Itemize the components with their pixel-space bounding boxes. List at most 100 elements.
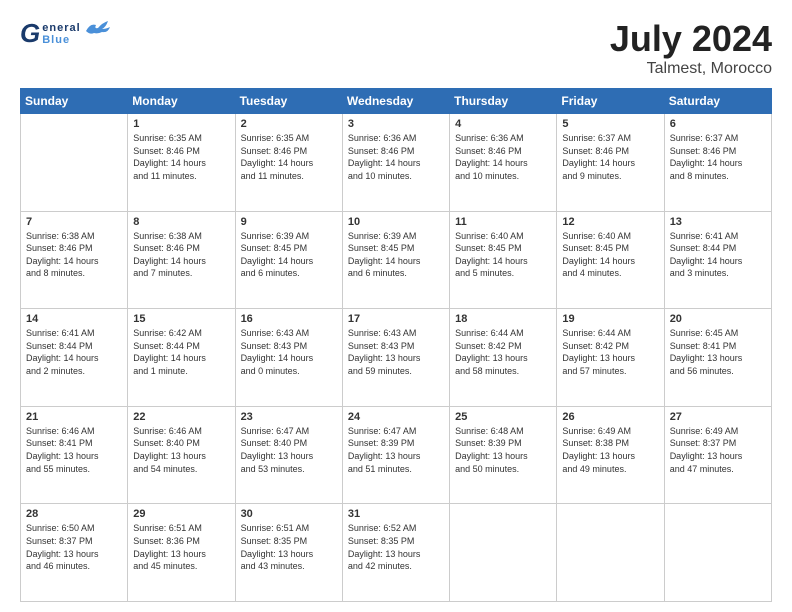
day-number: 5 (562, 118, 658, 130)
day-number: 11 (455, 216, 551, 228)
day-number: 30 (241, 508, 337, 520)
logo-area: G eneral Blue (20, 18, 112, 49)
calendar-week-5: 28 Sunrise: 6:50 AMSunset: 8:37 PMDayligh… (21, 504, 772, 602)
day-info: Sunrise: 6:42 AMSunset: 8:44 PMDaylight:… (133, 327, 229, 377)
calendar-cell: 19Sunrise: 6:44 AMSunset: 8:42 PMDayligh… (557, 309, 664, 407)
day-info: Sunrise: 6:43 AMSunset: 8:43 PMDaylight:… (348, 327, 444, 377)
calendar-cell: 5Sunrise: 6:37 AMSunset: 8:46 PMDaylight… (557, 114, 664, 212)
logo-g-letter: G (20, 18, 40, 49)
calendar-cell: 17 Sunrise: 6:43 AMSunset: 8:43 PMDayligh… (342, 309, 449, 407)
day-info: Sunrise: 6:46 AMSunset: 8:40 PMDaylight:… (133, 425, 229, 475)
header: G eneral Blue July 2024 Talmest, Morocco (20, 18, 772, 78)
day-info: Sunrise: 6:43 AMSunset: 8:43 PMDaylight:… (241, 327, 337, 377)
logo-wrapper: G eneral Blue (20, 18, 112, 49)
logo-line1: eneral (42, 22, 80, 34)
calendar-cell: 21 Sunrise: 6:46 AMSunset: 8:41 PMDayligh… (21, 406, 128, 504)
calendar-body: 1Sunrise: 6:35 AMSunset: 8:46 PMDaylight… (21, 114, 772, 602)
calendar-cell: 8 Sunrise: 6:38 AMSunset: 8:46 PMDaylight… (128, 211, 235, 309)
day-info: Sunrise: 6:38 AMSunset: 8:46 PMDaylight:… (133, 230, 229, 280)
calendar-header: SundayMondayTuesdayWednesdayThursdayFrid… (21, 89, 772, 114)
day-number: 24 (348, 411, 444, 423)
day-number: 2 (241, 118, 337, 130)
calendar-cell: 14 Sunrise: 6:41 AMSunset: 8:44 PMDayligh… (21, 309, 128, 407)
day-info: Sunrise: 6:45 AMSunset: 8:41 PMDaylight:… (670, 327, 766, 377)
day-number: 26 (562, 411, 658, 423)
day-number: 27 (670, 411, 766, 423)
day-info: Sunrise: 6:44 AMSunset: 8:42 PMDaylight:… (455, 327, 551, 377)
day-info: Sunrise: 6:41 AMSunset: 8:44 PMDaylight:… (26, 327, 122, 377)
calendar-cell: 3Sunrise: 6:36 AMSunset: 8:46 PMDaylight… (342, 114, 449, 212)
logo-lines: eneral Blue (42, 22, 80, 46)
day-header-sunday: Sunday (21, 89, 128, 114)
day-info: Sunrise: 6:46 AMSunset: 8:41 PMDaylight:… (26, 425, 122, 475)
day-info: Sunrise: 6:51 AMSunset: 8:35 PMDaylight:… (241, 522, 337, 572)
day-number: 22 (133, 411, 229, 423)
day-info: Sunrise: 6:40 AMSunset: 8:45 PMDaylight:… (455, 230, 551, 280)
day-number: 14 (26, 313, 122, 325)
calendar-cell: 6Sunrise: 6:37 AMSunset: 8:46 PMDaylight… (664, 114, 771, 212)
calendar-cell (450, 504, 557, 602)
calendar-cell: 27 Sunrise: 6:49 AMSunset: 8:37 PMDayligh… (664, 406, 771, 504)
calendar-cell: 10Sunrise: 6:39 AMSunset: 8:45 PMDayligh… (342, 211, 449, 309)
days-row: SundayMondayTuesdayWednesdayThursdayFrid… (21, 89, 772, 114)
day-info: Sunrise: 6:50 AMSunset: 8:37 PMDaylight:… (26, 522, 122, 572)
calendar-cell (21, 114, 128, 212)
day-number: 17 (348, 313, 444, 325)
title-area: July 2024 Talmest, Morocco (610, 18, 772, 78)
day-header-wednesday: Wednesday (342, 89, 449, 114)
day-info: Sunrise: 6:51 AMSunset: 8:36 PMDaylight:… (133, 522, 229, 572)
calendar-cell: 29Sunrise: 6:51 AMSunset: 8:36 PMDayligh… (128, 504, 235, 602)
day-info: Sunrise: 6:44 AMSunset: 8:42 PMDaylight:… (562, 327, 658, 377)
calendar-cell: 16Sunrise: 6:43 AMSunset: 8:43 PMDayligh… (235, 309, 342, 407)
day-header-monday: Monday (128, 89, 235, 114)
calendar-cell: 11 Sunrise: 6:40 AMSunset: 8:45 PMDayligh… (450, 211, 557, 309)
calendar-cell: 22 Sunrise: 6:46 AMSunset: 8:40 PMDayligh… (128, 406, 235, 504)
calendar-week-1: 1Sunrise: 6:35 AMSunset: 8:46 PMDaylight… (21, 114, 772, 212)
day-number: 9 (241, 216, 337, 228)
sub-title: Talmest, Morocco (610, 60, 772, 78)
day-info: Sunrise: 6:48 AMSunset: 8:39 PMDaylight:… (455, 425, 551, 475)
day-info: Sunrise: 6:49 AMSunset: 8:38 PMDaylight:… (562, 425, 658, 475)
calendar-cell: 31Sunrise: 6:52 AMSunset: 8:35 PMDayligh… (342, 504, 449, 602)
day-number: 13 (670, 216, 766, 228)
day-info: Sunrise: 6:37 AMSunset: 8:46 PMDaylight:… (670, 132, 766, 182)
calendar-cell: 18 Sunrise: 6:44 AMSunset: 8:42 PMDayligh… (450, 309, 557, 407)
day-info: Sunrise: 6:38 AMSunset: 8:46 PMDaylight:… (26, 230, 122, 280)
day-header-thursday: Thursday (450, 89, 557, 114)
calendar-cell (664, 504, 771, 602)
main-title: July 2024 (610, 18, 772, 60)
day-number: 4 (455, 118, 551, 130)
calendar-cell: 23Sunrise: 6:47 AMSunset: 8:40 PMDayligh… (235, 406, 342, 504)
calendar-week-3: 14 Sunrise: 6:41 AMSunset: 8:44 PMDayligh… (21, 309, 772, 407)
calendar-week-2: 7 Sunrise: 6:38 AMSunset: 8:46 PMDaylight… (21, 211, 772, 309)
calendar-week-4: 21 Sunrise: 6:46 AMSunset: 8:41 PMDayligh… (21, 406, 772, 504)
day-number: 28 (26, 508, 122, 520)
day-number: 21 (26, 411, 122, 423)
calendar-cell: 2 Sunrise: 6:35 AMSunset: 8:46 PMDaylight… (235, 114, 342, 212)
day-info: Sunrise: 6:49 AMSunset: 8:37 PMDaylight:… (670, 425, 766, 475)
day-number: 7 (26, 216, 122, 228)
logo-line2: Blue (42, 34, 80, 46)
day-info: Sunrise: 6:35 AMSunset: 8:46 PMDaylight:… (241, 132, 337, 182)
calendar-cell: 7 Sunrise: 6:38 AMSunset: 8:46 PMDaylight… (21, 211, 128, 309)
day-info: Sunrise: 6:36 AMSunset: 8:46 PMDaylight:… (348, 132, 444, 182)
day-number: 8 (133, 216, 229, 228)
calendar-cell: 4Sunrise: 6:36 AMSunset: 8:46 PMDaylight… (450, 114, 557, 212)
calendar-cell: 30 Sunrise: 6:51 AMSunset: 8:35 PMDayligh… (235, 504, 342, 602)
day-header-tuesday: Tuesday (235, 89, 342, 114)
bird-icon (84, 19, 112, 41)
calendar-cell: 24Sunrise: 6:47 AMSunset: 8:39 PMDayligh… (342, 406, 449, 504)
day-number: 12 (562, 216, 658, 228)
day-header-friday: Friday (557, 89, 664, 114)
day-number: 18 (455, 313, 551, 325)
calendar-table: SundayMondayTuesdayWednesdayThursdayFrid… (20, 88, 772, 602)
calendar-cell: 12Sunrise: 6:40 AMSunset: 8:45 PMDayligh… (557, 211, 664, 309)
day-info: Sunrise: 6:35 AMSunset: 8:46 PMDaylight:… (133, 132, 229, 182)
day-header-saturday: Saturday (664, 89, 771, 114)
calendar-cell: 25Sunrise: 6:48 AMSunset: 8:39 PMDayligh… (450, 406, 557, 504)
calendar-cell: 15Sunrise: 6:42 AMSunset: 8:44 PMDayligh… (128, 309, 235, 407)
day-info: Sunrise: 6:39 AMSunset: 8:45 PMDaylight:… (241, 230, 337, 280)
day-number: 31 (348, 508, 444, 520)
calendar-cell: 20Sunrise: 6:45 AMSunset: 8:41 PMDayligh… (664, 309, 771, 407)
calendar-cell: 1Sunrise: 6:35 AMSunset: 8:46 PMDaylight… (128, 114, 235, 212)
